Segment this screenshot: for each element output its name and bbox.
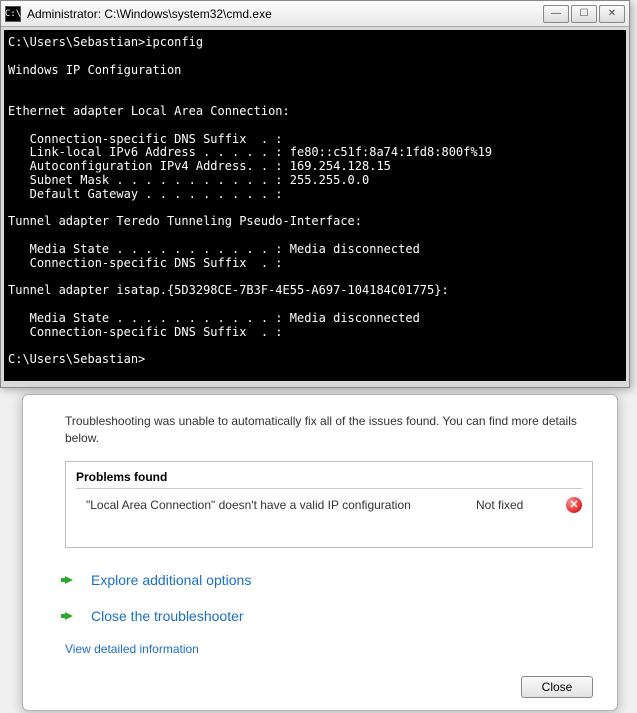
troubleshooter-description: Troubleshooting was unable to automatica… xyxy=(65,413,593,447)
window-controls: — ☐ ✕ xyxy=(543,5,625,23)
cmd-title: Administrator: C:\Windows\system32\cmd.e… xyxy=(27,7,543,21)
problem-status: Not fixed xyxy=(476,498,566,512)
close-troubleshooter-label: Close the troubleshooter xyxy=(91,608,244,624)
view-detailed-link[interactable]: View detailed information xyxy=(65,642,199,656)
close-troubleshooter-link[interactable]: Close the troubleshooter xyxy=(65,602,593,638)
arrow-right-icon xyxy=(65,573,79,587)
explore-options-link[interactable]: Explore additional options xyxy=(65,566,593,602)
error-icon: ✕ xyxy=(566,497,582,513)
problem-text: "Local Area Connection" doesn't have a v… xyxy=(76,498,476,512)
cmd-icon: C:\ xyxy=(5,6,21,22)
cmd-window: C:\ Administrator: C:\Windows\system32\c… xyxy=(0,0,630,388)
maximize-button[interactable]: ☐ xyxy=(571,5,597,23)
arrow-right-icon xyxy=(65,609,79,623)
cmd-titlebar[interactable]: C:\ Administrator: C:\Windows\system32\c… xyxy=(1,1,629,27)
minimize-button[interactable]: — xyxy=(543,5,569,23)
problems-found-header: Problems found xyxy=(76,470,582,489)
explore-options-label: Explore additional options xyxy=(91,572,251,588)
close-button[interactable]: Close xyxy=(521,676,593,698)
cmd-output[interactable]: C:\Users\Sebastian>ipconfig Windows IP C… xyxy=(1,27,629,387)
troubleshooter-window: Troubleshooting was unable to automatica… xyxy=(22,394,618,711)
close-window-button[interactable]: ✕ xyxy=(599,5,625,23)
problem-row: "Local Area Connection" doesn't have a v… xyxy=(76,497,582,513)
troubleshooter-footer: Close xyxy=(65,672,593,698)
problems-found-box: Problems found "Local Area Connection" d… xyxy=(65,461,593,548)
